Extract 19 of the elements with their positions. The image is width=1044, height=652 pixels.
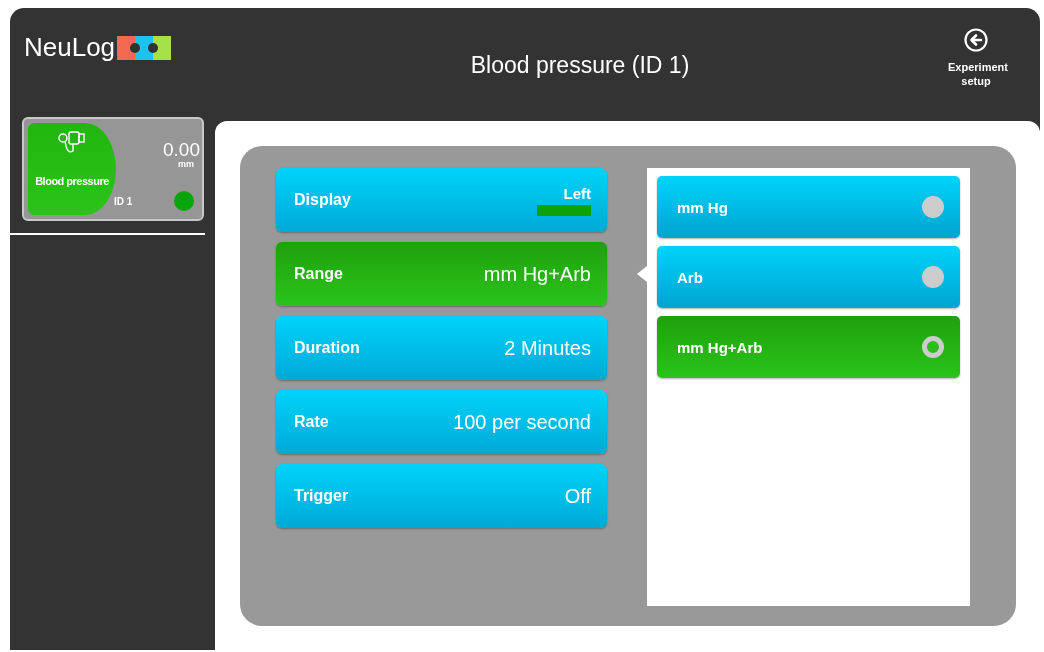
experiment-setup-button[interactable]: Experiment setup <box>926 28 1026 88</box>
setting-button[interactable]: Range mm Hg+Arb <box>276 242 607 306</box>
puzzle-logo-icon <box>117 35 172 60</box>
sensor-reading: 0.00 <box>163 139 200 161</box>
setting-button[interactable]: Rate 100 per second <box>276 390 607 454</box>
option-button[interactable]: mm Hg <box>657 176 960 238</box>
app-logo: NeuLog <box>24 32 116 63</box>
option-button[interactable]: mm Hg+Arb <box>657 316 960 378</box>
setting-button[interactable]: Display Left <box>276 168 607 232</box>
setting-button[interactable]: Trigger Off <box>276 464 607 528</box>
display-color-bar <box>537 204 591 216</box>
sensor-card[interactable]: Blood pressure 0.00 mm ID 1 <box>22 117 204 221</box>
window-title: Blood pressure (ID 1) <box>469 52 691 79</box>
sensor-unit: mm <box>178 159 194 169</box>
option-button[interactable]: Arb <box>657 246 960 308</box>
setting-button[interactable]: Duration 2 Minutes <box>276 316 607 380</box>
status-dot <box>174 191 194 211</box>
sensor-name: Blood pressure <box>35 175 109 187</box>
sensor-id: ID 1 <box>114 195 133 207</box>
